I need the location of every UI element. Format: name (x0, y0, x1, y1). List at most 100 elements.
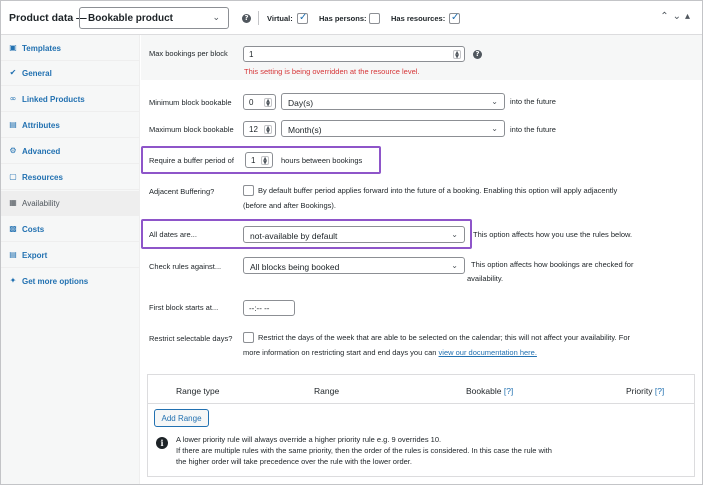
has-persons-checkbox[interactable] (369, 13, 380, 24)
sidebar-item-get-more-options[interactable]: ✦ Get more options (1, 269, 140, 294)
help-icon[interactable]: ? (242, 14, 251, 23)
all-dates-value: not-available by default (250, 231, 338, 241)
priority-info: A lower priority rule will always overri… (176, 434, 552, 467)
sidebar-item-linked-products[interactable]: ∞ Linked Products (1, 87, 140, 112)
sidebar-item-advanced[interactable]: ⚙ Advanced (1, 139, 140, 164)
check-rules-value: All blocks being booked (250, 262, 340, 272)
min-bookable-unit: Day(s) (288, 98, 314, 108)
table-divider (148, 403, 694, 404)
virtual-label: Virtual: (267, 14, 293, 23)
has-resources-label: Has resources: (391, 14, 446, 23)
column-header-range-type: Range type (176, 386, 220, 396)
info-icon: i (156, 437, 168, 449)
first-block-value: --:-- -- (249, 304, 270, 313)
restrict-days-desc: Restrict the days of the week that are a… (258, 333, 631, 342)
check-rules-select[interactable]: All blocks being booked ⌄ (243, 257, 465, 274)
documentation-link[interactable]: view our documentation here. (439, 348, 537, 357)
priority-info-line: the higher order will take precedence ov… (176, 457, 412, 466)
max-bookable-input[interactable]: 12 ▲ ▼ (243, 121, 276, 137)
min-bookable-suffix: into the future (510, 97, 556, 106)
chevron-down-icon: ⌄ (491, 124, 498, 133)
sidebar-item-general[interactable]: ✔ General (1, 61, 140, 86)
max-bookable-suffix: into the future (510, 125, 556, 134)
spinner-icon[interactable]: ▲ ▼ (453, 50, 461, 60)
panel-toggle-arrows[interactable]: ⌃⌄▴ (660, 11, 694, 22)
restrict-days-desc-text: more information on restricting start an… (243, 348, 437, 357)
restrict-days-desc-2: more information on restricting start an… (243, 346, 537, 359)
product-data-panel: Product data — Bookable product ⌄ ? Virt… (0, 0, 703, 485)
adjacent-desc-2: (before and after Bookings). (243, 201, 336, 210)
sidebar-item-export[interactable]: ▤ Export (1, 243, 140, 268)
export-icon: ▤ (9, 250, 17, 259)
sidebar-item-templates[interactable]: ▣ Templates (1, 36, 140, 61)
buffer-suffix: hours between bookings (281, 156, 363, 165)
sidebar-item-label: Advanced (22, 147, 61, 156)
check-rules-label: Check rules against... (149, 262, 222, 271)
min-bookable-label: Minimum block bookable (149, 98, 232, 107)
sidebar-item-label: Attributes (22, 121, 60, 130)
spinner-icon[interactable]: ▲ ▼ (264, 125, 272, 135)
max-bookable-unit-select[interactable]: Month(s) ⌄ (281, 120, 505, 137)
plugin-icon: ✦ (9, 276, 17, 285)
add-range-button[interactable]: Add Range (154, 409, 209, 427)
priority-help-link[interactable]: [?] (655, 386, 664, 396)
resources-icon: ▢ (9, 172, 17, 181)
first-block-time-input[interactable]: --:-- -- (243, 300, 295, 316)
priority-info-line: If there are multiple rules with the sam… (176, 446, 552, 455)
gear-icon: ⚙ (9, 146, 17, 155)
has-persons-label: Has persons: (319, 14, 367, 23)
max-bookings-label: Max bookings per block (149, 49, 228, 58)
restrict-days-label: Restrict selectable days? (149, 334, 233, 343)
bookable-help-link[interactable]: [?] (504, 386, 513, 396)
column-header-priority-label: Priority (626, 386, 653, 396)
column-header-priority: Priority [?] (626, 386, 664, 396)
sidebar-item-costs[interactable]: ▩ Costs (1, 217, 140, 242)
column-header-range: Range (314, 386, 340, 396)
max-bookings-input[interactable]: 1 ▲ ▼ (243, 46, 465, 62)
column-header-bookable-label: Bookable (466, 386, 502, 396)
sidebar-item-label: Linked Products (22, 95, 85, 104)
sidebar-item-label: General (22, 69, 52, 78)
max-bookable-unit: Month(s) (288, 125, 322, 135)
costs-icon: ▩ (9, 224, 17, 233)
check-rules-desc: This option affects how bookings are che… (471, 260, 634, 269)
max-bookable-value: 12 (249, 125, 258, 134)
wrench-icon: ✔ (9, 68, 17, 77)
adjacent-desc: By default buffer period applies forward… (258, 186, 618, 195)
panel-header: Product data — Bookable product ⌄ ? Virt… (1, 1, 702, 35)
all-dates-desc: This option affects how you use the rule… (473, 230, 633, 239)
sidebar-item-label: Get more options (22, 277, 89, 286)
attributes-icon: ▤ (9, 120, 17, 129)
product-type-value: Bookable product (88, 13, 174, 24)
sidebar-item-label: Costs (22, 225, 45, 234)
min-bookable-unit-select[interactable]: Day(s) ⌄ (281, 93, 505, 110)
availability-ranges-table: Range type Range Bookable [?] Priority [… (147, 374, 695, 477)
chevron-down-icon: ⌄ (451, 230, 458, 239)
min-bookable-input[interactable]: 0 ▲ ▼ (243, 94, 276, 110)
max-bookings-error: This setting is being overridden at the … (244, 67, 420, 76)
check-rules-desc-2: availability. (467, 274, 504, 283)
buffer-input[interactable]: 1 ▲ ▼ (245, 152, 273, 168)
help-icon[interactable]: ? (473, 50, 482, 59)
sidebar-item-resources[interactable]: ▢ Resources (1, 165, 140, 190)
all-dates-select[interactable]: not-available by default ⌄ (243, 226, 465, 243)
first-block-label: First block starts at... (149, 303, 219, 312)
sidebar-item-availability[interactable]: ▦ Availability (1, 191, 140, 216)
product-type-select[interactable]: Bookable product ⌄ (79, 7, 229, 29)
spinner-icon[interactable]: ▲ ▼ (261, 156, 269, 166)
templates-icon: ▣ (9, 43, 17, 52)
restrict-days-checkbox[interactable] (243, 332, 254, 343)
product-data-tabs: ▣ Templates ✔ General ∞ Linked Products … (1, 35, 140, 484)
adjacent-checkbox[interactable] (243, 185, 254, 196)
virtual-checkbox[interactable] (297, 12, 308, 24)
all-dates-label: All dates are... (149, 230, 197, 239)
spinner-icon[interactable]: ▲ ▼ (264, 98, 272, 108)
has-resources-checkbox[interactable] (449, 12, 460, 24)
max-bookable-label: Maximum block bookable (149, 125, 234, 134)
column-header-bookable: Bookable [?] (466, 386, 513, 396)
chevron-down-icon: ⌄ (212, 12, 220, 22)
sidebar-item-attributes[interactable]: ▤ Attributes (1, 113, 140, 138)
sidebar-item-label: Export (22, 251, 48, 260)
priority-info-line: A lower priority rule will always overri… (176, 435, 442, 444)
sidebar-item-label: Resources (22, 173, 63, 182)
